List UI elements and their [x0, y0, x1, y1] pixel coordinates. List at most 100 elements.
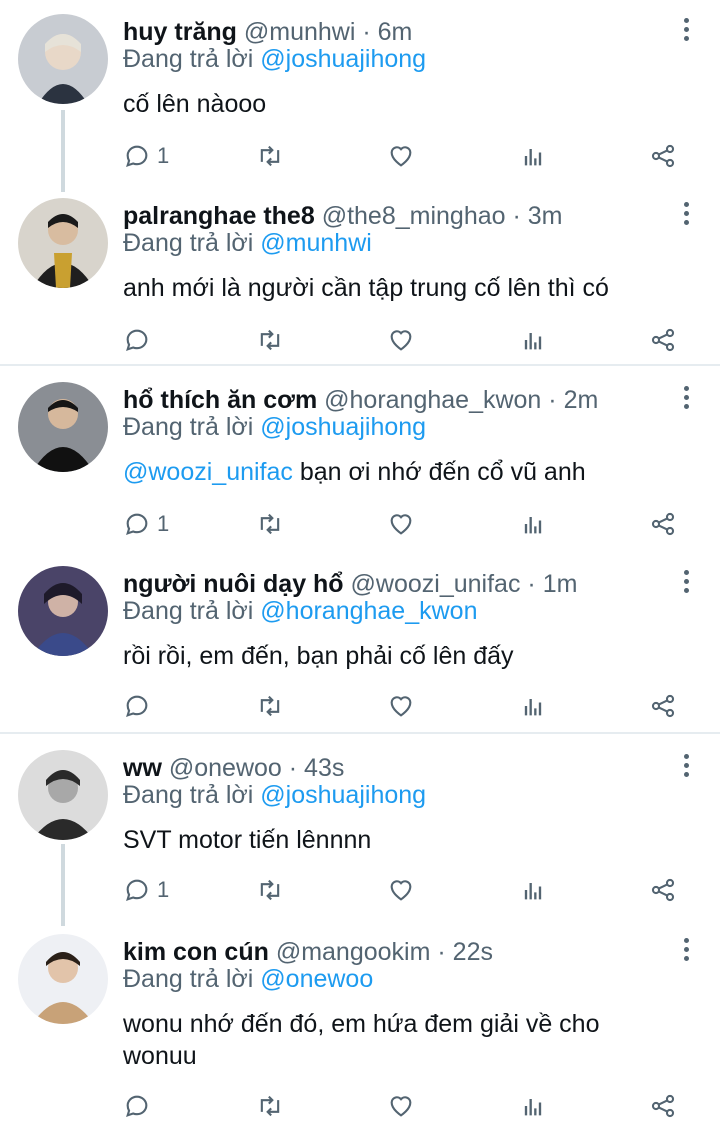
user-handle[interactable]: @munhwi — [244, 18, 356, 46]
reply-button[interactable] — [123, 324, 157, 356]
more-options-icon[interactable] — [682, 18, 690, 46]
avatar[interactable] — [18, 750, 108, 840]
avatar[interactable] — [18, 14, 108, 104]
views-button[interactable] — [519, 874, 547, 906]
share-icon — [651, 144, 675, 168]
share-button[interactable] — [649, 508, 677, 540]
user-handle[interactable]: @onewoo — [169, 754, 282, 782]
tweet[interactable]: người nuôi dạy hổ @woozi_unifac · 1m Đan… — [0, 566, 720, 726]
replying-to-handle[interactable]: @horanghae_kwon — [260, 597, 477, 625]
retweet-icon — [260, 1095, 280, 1117]
views-button[interactable] — [519, 690, 547, 722]
replying-to-handle[interactable]: @joshuajihong — [260, 781, 426, 809]
more-options-icon[interactable] — [682, 202, 690, 230]
retweet-button[interactable] — [256, 690, 284, 722]
display-name[interactable]: ww — [123, 754, 162, 782]
more-options-icon[interactable] — [682, 938, 690, 966]
tweet-text: anh mới là người cần tập trung cố lên th… — [123, 272, 683, 304]
tweet[interactable]: kim con cún @mangookim · 22s Đang trả lờ… — [0, 934, 720, 1124]
reply-count: 1 — [157, 143, 170, 168]
like-button[interactable] — [387, 690, 415, 722]
retweet-button[interactable] — [256, 508, 284, 540]
timestamp[interactable]: · 43s — [289, 754, 345, 782]
tweet[interactable]: hổ thích ăn cơm @horanghae_kwon · 2m Đan… — [0, 382, 720, 542]
like-button[interactable] — [387, 324, 415, 356]
heart-icon — [390, 880, 412, 901]
retweet-icon — [260, 145, 280, 167]
tweet[interactable]: palranghae the8 @the8_minghao · 3m Đang … — [0, 198, 720, 358]
display-name[interactable]: hổ thích ăn cơm — [123, 386, 317, 414]
user-handle[interactable]: @woozi_unifac — [351, 570, 521, 598]
timestamp[interactable]: · 1m — [527, 570, 577, 598]
replying-to: Đang trả lời @joshuajihong — [123, 413, 426, 442]
display-name[interactable]: palranghae the8 — [123, 202, 315, 230]
share-button[interactable] — [649, 1090, 677, 1122]
timestamp[interactable]: · 3m — [512, 202, 562, 230]
replying-to-label: Đang trả lời — [123, 229, 261, 257]
views-button[interactable] — [519, 324, 547, 356]
display-name[interactable]: người nuôi dạy hổ — [123, 570, 344, 598]
reply-button[interactable] — [123, 690, 157, 722]
analytics-icon — [524, 699, 542, 716]
divider — [0, 732, 720, 734]
tweet[interactable]: huy trăng @munhwi · 6m Đang trả lời @jos… — [0, 14, 720, 184]
replying-to-label: Đang trả lời — [123, 965, 261, 993]
like-button[interactable] — [387, 508, 415, 540]
share-icon — [651, 512, 675, 536]
reply-button[interactable] — [123, 1090, 157, 1122]
retweet-button[interactable] — [256, 140, 284, 172]
avatar[interactable] — [18, 566, 108, 656]
more-options-icon[interactable] — [682, 754, 690, 782]
replying-to: Đang trả lời @horanghae_kwon — [123, 597, 477, 626]
reply-button[interactable]: 1 — [123, 874, 169, 906]
reply-icon — [126, 1095, 148, 1117]
display-name[interactable]: huy trăng — [123, 18, 237, 46]
replying-to-handle[interactable]: @joshuajihong — [260, 45, 426, 73]
reply-icon — [126, 695, 148, 717]
tweet-text: SVT motor tiến lênnnn — [123, 824, 683, 856]
tweet[interactable]: ww @onewoo · 43s Đang trả lời @joshuajih… — [0, 750, 720, 910]
tweet-text-content: SVT motor tiến lênnnn — [123, 826, 372, 854]
user-handle[interactable]: @horanghae_kwon — [324, 386, 541, 414]
retweet-button[interactable] — [256, 1090, 284, 1122]
divider — [0, 364, 720, 366]
retweet-button[interactable] — [256, 324, 284, 356]
mention-link[interactable]: @woozi_unifac — [123, 458, 293, 486]
user-handle[interactable]: @mangookim — [276, 938, 431, 966]
retweet-button[interactable] — [256, 874, 284, 906]
replying-to-handle[interactable]: @munhwi — [260, 229, 372, 257]
reply-button[interactable]: 1 — [123, 140, 169, 172]
share-button[interactable] — [649, 140, 677, 172]
replying-to-handle[interactable]: @onewoo — [260, 965, 373, 993]
analytics-icon — [524, 517, 542, 534]
views-button[interactable] — [519, 1090, 547, 1122]
avatar[interactable] — [18, 198, 108, 288]
timestamp[interactable]: · 6m — [362, 18, 412, 46]
share-icon — [651, 1094, 675, 1118]
share-button[interactable] — [649, 874, 677, 906]
retweet-icon — [260, 695, 280, 717]
share-button[interactable] — [649, 324, 677, 356]
tweet-actions: 1 — [123, 508, 683, 540]
avatar[interactable] — [18, 382, 108, 472]
user-handle[interactable]: @the8_minghao — [322, 202, 506, 230]
retweet-icon — [260, 513, 280, 535]
reply-icon — [126, 329, 148, 351]
timestamp[interactable]: · 22s — [437, 938, 493, 966]
more-options-icon[interactable] — [682, 386, 690, 414]
timestamp[interactable]: · 2m — [548, 386, 598, 414]
views-button[interactable] — [519, 508, 547, 540]
reply-button[interactable]: 1 — [123, 508, 169, 540]
like-button[interactable] — [387, 874, 415, 906]
more-options-icon[interactable] — [682, 570, 690, 598]
avatar[interactable] — [18, 934, 108, 1024]
replying-to-handle[interactable]: @joshuajihong — [260, 413, 426, 441]
views-button[interactable] — [519, 140, 547, 172]
share-button[interactable] — [649, 690, 677, 722]
display-name[interactable]: kim con cún — [123, 938, 269, 966]
tweet-actions: 1 — [123, 140, 683, 172]
replying-to-label: Đang trả lời — [123, 781, 261, 809]
like-button[interactable] — [387, 1090, 415, 1122]
analytics-icon — [524, 333, 542, 350]
like-button[interactable] — [387, 140, 415, 172]
